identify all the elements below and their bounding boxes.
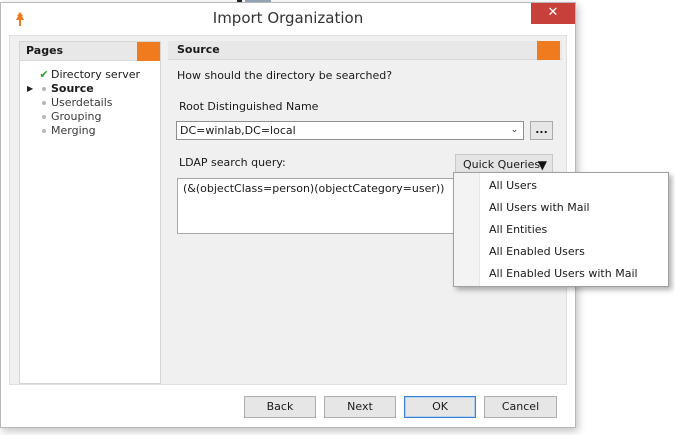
page-item-grouping[interactable]: Grouping	[20, 110, 162, 124]
page-item-label: Userdetails	[51, 96, 113, 109]
ldap-query-label: LDAP search query:	[179, 156, 286, 169]
page-item-userdetails[interactable]: Userdetails	[20, 96, 162, 110]
menu-icon-gutter	[454, 173, 480, 286]
window-title: Import Organization	[212, 9, 364, 27]
page-item-source[interactable]: ▶ Source	[20, 82, 162, 96]
menu-item-all-entities[interactable]: All Entities	[489, 220, 547, 240]
back-button[interactable]: Back	[244, 396, 316, 418]
close-button[interactable]: ✕	[531, 3, 575, 24]
page-item-label: Grouping	[51, 110, 102, 123]
root-dn-value: DC=winlab,DC=local	[180, 124, 296, 137]
root-dn-label: Root Distinguished Name	[179, 100, 319, 113]
pages-header: Pages	[20, 42, 160, 61]
page-item-merging[interactable]: Merging	[20, 124, 162, 138]
quick-queries-label: Quick Queries	[463, 158, 541, 171]
menu-item-all-users-with-mail[interactable]: All Users with Mail	[489, 198, 590, 218]
pages-panel: Pages ✔ Directory server ▶ Source Userde…	[19, 41, 161, 384]
page-item-label: Directory server	[51, 68, 141, 81]
bullet-icon	[39, 110, 49, 124]
current-page-arrow-icon: ▶	[27, 84, 34, 93]
bullet-icon	[39, 82, 49, 96]
search-prompt: How should the directory be searched?	[177, 69, 393, 82]
quick-queries-menu: All Users All Users with Mail All Entiti…	[453, 172, 669, 287]
bullet-icon	[39, 124, 49, 138]
browse-button[interactable]: ...	[530, 121, 553, 140]
source-header-accent	[537, 41, 560, 60]
checkmark-icon: ✔	[39, 68, 49, 81]
source-header: Source	[168, 41, 562, 60]
pages-header-accent	[137, 42, 160, 61]
menu-item-all-users[interactable]: All Users	[489, 176, 537, 196]
ok-button[interactable]: OK	[404, 396, 476, 418]
page-item-label: Merging	[51, 124, 96, 137]
menu-item-all-enabled-users-with-mail[interactable]: All Enabled Users with Mail	[489, 264, 638, 284]
bullet-icon	[39, 96, 49, 110]
next-button[interactable]: Next	[324, 396, 396, 418]
pages-list: ✔ Directory server ▶ Source Userdetails …	[20, 68, 162, 138]
source-header-label: Source	[177, 43, 220, 56]
page-item-label: Source	[51, 82, 94, 95]
title-bar: Import Organization ✕	[1, 3, 575, 33]
page-item-directory-server[interactable]: ✔ Directory server	[20, 68, 162, 82]
pages-header-label: Pages	[26, 44, 64, 57]
chevron-down-icon[interactable]: ⌄	[508, 122, 521, 139]
menu-item-all-enabled-users[interactable]: All Enabled Users	[489, 242, 585, 262]
cancel-button[interactable]: Cancel	[484, 396, 557, 418]
root-dn-combobox[interactable]: DC=winlab,DC=local ⌄	[176, 121, 524, 140]
